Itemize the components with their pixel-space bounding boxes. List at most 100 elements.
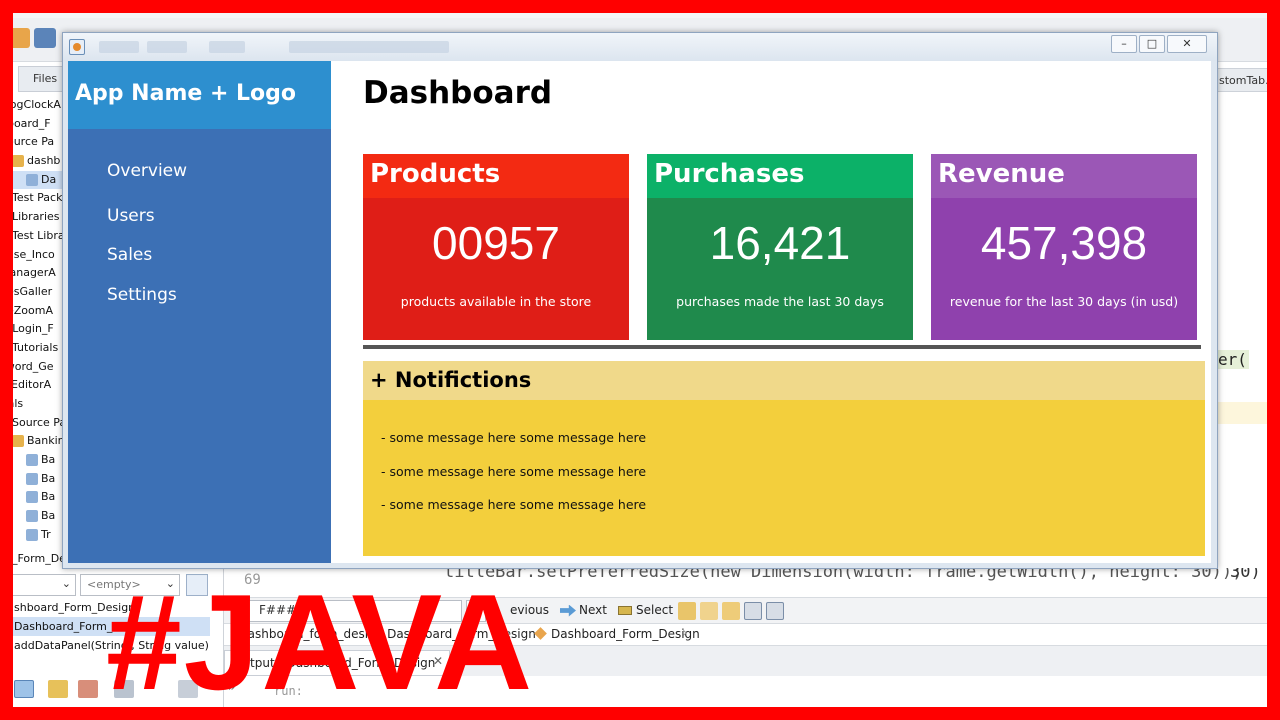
dashboard-app: App Name + Logo Overview Users Sales Set… xyxy=(68,61,1211,563)
find-next-button[interactable]: Next xyxy=(560,603,607,617)
card-value: 00957 xyxy=(432,217,560,269)
tree-row[interactable]: dashb xyxy=(0,152,65,171)
close-button[interactable]: ✕ xyxy=(1167,35,1207,53)
regex-icon[interactable] xyxy=(722,602,740,620)
find-next-label: Next xyxy=(579,603,607,617)
tree-row[interactable]: Source Pa xyxy=(0,133,65,152)
java-file-icon xyxy=(26,528,38,541)
find-select-button[interactable]: Select xyxy=(618,603,673,617)
tree-row[interactable]: Bankir xyxy=(0,432,65,451)
tree-row[interactable]: geZoomA xyxy=(0,302,65,321)
menu-item-users[interactable]: Users xyxy=(107,206,155,226)
editor-right-edge: stomTab... er( xyxy=(1216,62,1280,568)
tree-row-label: Bankir xyxy=(27,434,63,448)
lock-icon[interactable] xyxy=(48,680,68,698)
arrow-right-icon xyxy=(560,604,576,617)
java-file-icon xyxy=(26,491,38,504)
tree-row[interactable]: Ba xyxy=(0,488,65,507)
tree-row[interactable]: rials xyxy=(0,395,65,414)
tree-row[interactable]: Test Libra xyxy=(0,227,65,246)
sort-icon[interactable] xyxy=(14,680,34,698)
card-body: 00957 products available in the store xyxy=(363,198,629,340)
tree-row[interactable]: v_Tutorials xyxy=(0,339,65,358)
card-purchases: Purchases 16,421 purchases made the last… xyxy=(647,154,913,340)
tree-row-label: Ba xyxy=(41,453,56,467)
highlight-icon[interactable] xyxy=(744,602,762,620)
app-window: – □ ✕ App Name + Logo Overview Users Sal… xyxy=(62,32,1218,569)
toolbar-icon[interactable] xyxy=(8,28,30,48)
window-titlebar[interactable]: – □ ✕ xyxy=(63,33,1217,61)
notifications-header[interactable]: + Notifictions xyxy=(363,361,1205,400)
tree-row-label: Ba xyxy=(41,490,56,504)
tree-row[interactable]: gesGaller xyxy=(0,283,65,302)
tree-row[interactable]: Libraries xyxy=(0,208,65,227)
card-value: 16,421 xyxy=(709,217,851,269)
tree-row[interactable]: hboard_F xyxy=(0,115,65,134)
files-tab[interactable]: Files xyxy=(18,66,65,92)
tree-row[interactable]: sword_Ge xyxy=(0,358,65,377)
background-bleed xyxy=(289,41,449,53)
sidebar: App Name + Logo Overview Users Sales Set… xyxy=(68,61,331,563)
card-description: products available in the store xyxy=(400,294,592,309)
page-title: Dashboard xyxy=(363,75,553,111)
current-line-highlight xyxy=(1216,402,1280,424)
card-body: 457,398 revenue for the last 30 days (in… xyxy=(931,198,1197,340)
minimize-button[interactable]: – xyxy=(1111,35,1137,53)
find-select-label: Select xyxy=(636,603,674,617)
logo-bar: App Name + Logo xyxy=(68,61,331,129)
caret-position: 69:15 xyxy=(1168,708,1197,719)
tree-row[interactable]: a_Login_F xyxy=(0,320,65,339)
code-fragment: er( xyxy=(1216,350,1249,369)
insert-mode: INS Ov xyxy=(1242,708,1276,719)
tree-row-label: Ba xyxy=(41,471,56,485)
tree-row[interactable]: Test Pack xyxy=(0,189,65,208)
projects-panel: Files alogClockA hboard_F Source Pa dash… xyxy=(0,62,66,568)
card-value: 457,398 xyxy=(980,217,1148,269)
java-file-icon xyxy=(26,454,38,467)
tree-row-label: Ba xyxy=(41,509,56,523)
tree-row[interactable]: Tr xyxy=(0,526,65,545)
section-divider xyxy=(363,345,1201,349)
tree-row-selected[interactable]: Da xyxy=(0,170,65,190)
card-title: Products xyxy=(363,154,629,198)
editor-tab[interactable]: stomTab... xyxy=(1216,68,1280,92)
whole-word-icon[interactable] xyxy=(700,602,718,620)
card-revenue: Revenue 457,398 revenue for the last 30 … xyxy=(931,154,1197,340)
open-project-icon[interactable] xyxy=(34,28,56,48)
card-title: Purchases xyxy=(647,154,913,198)
menu-item-overview[interactable]: Overview xyxy=(107,161,187,181)
navigator-filter-select[interactable]: ⌄ xyxy=(2,574,76,596)
tree-row[interactable]: Ba xyxy=(0,451,65,470)
app-logo: App Name + Logo xyxy=(75,81,297,106)
package-icon xyxy=(12,435,24,448)
card-body: 16,421 purchases made the last 30 days xyxy=(647,198,913,340)
tree-row[interactable]: ense_Inco xyxy=(0,246,65,265)
java-icon xyxy=(69,39,85,55)
maximize-button[interactable]: □ xyxy=(1139,35,1165,53)
notifications-panel: + Notifictions - some message here some … xyxy=(363,361,1205,556)
tree-row[interactable]: Ba xyxy=(0,470,65,489)
tree-row[interactable]: Ba xyxy=(0,507,65,526)
wrap-icon[interactable] xyxy=(766,602,784,620)
menu-item-settings[interactable]: Settings xyxy=(107,285,177,305)
menu-item-sales[interactable]: Sales xyxy=(107,245,152,265)
match-case-icon[interactable] xyxy=(678,602,696,620)
tree-row[interactable]: toEditorA xyxy=(0,376,65,395)
tree-row-label: Tr xyxy=(41,527,51,541)
breadcrumb-class[interactable]: Dashboard_Form_Design xyxy=(534,627,700,641)
background-bleed xyxy=(99,41,139,53)
java-file-icon xyxy=(26,472,38,485)
package-icon xyxy=(12,155,24,168)
tree-row[interactable]: ManagerA xyxy=(0,264,65,283)
code-text-end: 30) xyxy=(1230,568,1261,582)
java-file-icon xyxy=(26,510,38,523)
notification-message: - some message here some message here xyxy=(381,430,647,445)
main-content: Dashboard Products 00957 products availa… xyxy=(331,61,1211,563)
tree-row[interactable]: Source Pa xyxy=(0,414,65,433)
class-icon xyxy=(534,627,547,640)
project-tree: alogClockA hboard_F Source Pa dashb Da T… xyxy=(0,96,65,545)
background-bleed xyxy=(209,41,245,53)
code-text: titleBar.setPreferredSize(new Dimension(… xyxy=(444,568,1243,582)
filter-icon[interactable] xyxy=(78,680,98,698)
tree-row[interactable]: alogClockA xyxy=(0,96,65,115)
